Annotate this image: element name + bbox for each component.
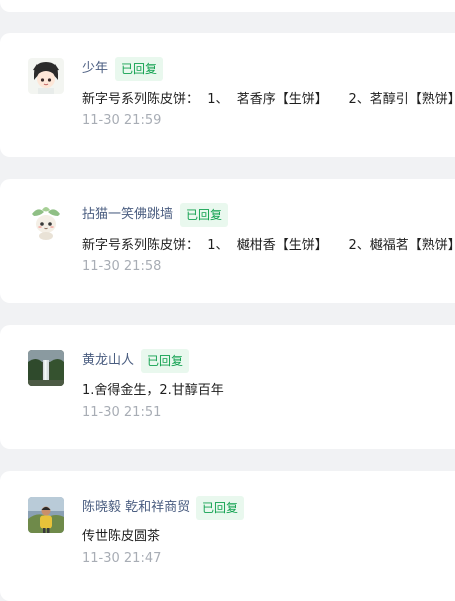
- previous-comment-card: [0, 0, 455, 12]
- username[interactable]: 陈晓毅 乾和祥商贸: [82, 498, 190, 518]
- comment-text: 新字号系列陈皮饼： 1、 樾柑香【生饼】 2、樾福茗【熟饼】: [82, 238, 455, 253]
- avatar[interactable]: [28, 204, 64, 240]
- comment-card: 陈晓毅 乾和祥商贸 已回复 传世陈皮圆茶 11-30 21:47: [0, 471, 455, 601]
- avatar[interactable]: [28, 350, 64, 386]
- comment-time: 11-30 21:58: [82, 259, 162, 274]
- cartoon-girl-avatar-icon: [33, 62, 59, 94]
- username[interactable]: 黄龙山人: [82, 351, 134, 371]
- comment-text: 新字号系列陈皮饼： 1、 茗香序【生饼】 2、茗醇引【熟饼】 陈: [82, 92, 455, 107]
- comment-time: 11-30 21:59: [82, 113, 162, 128]
- replied-badge: 已回复: [141, 349, 190, 373]
- replied-badge: 已回复: [196, 496, 245, 520]
- replied-badge: 已回复: [115, 57, 164, 81]
- comment-time: 11-30 21:51: [82, 405, 162, 420]
- comment-text: 1.舍得金生，2.甘醇百年: [82, 383, 224, 398]
- avatar[interactable]: [28, 497, 64, 533]
- comment-card: 少年 已回复 新字号系列陈皮饼： 1、 茗香序【生饼】 2、茗醇引【熟饼】 陈 …: [0, 33, 455, 157]
- comment-feed: 少年 已回复 新字号系列陈皮饼： 1、 茗香序【生饼】 2、茗醇引【熟饼】 陈 …: [0, 0, 455, 601]
- replied-badge: 已回复: [180, 203, 229, 227]
- username[interactable]: 少年: [82, 59, 108, 79]
- comment-time: 11-30 21:47: [82, 551, 162, 566]
- comment-card: 拈猫一笑佛跳墙 已回复 新字号系列陈皮饼： 1、 樾柑香【生饼】 2、樾福茗【熟…: [0, 179, 455, 303]
- cartoon-leaf-avatar-icon: [32, 207, 60, 240]
- avatar[interactable]: [28, 58, 64, 94]
- comment-text: 传世陈皮圆茶: [82, 529, 161, 544]
- username[interactable]: 拈猫一笑佛跳墙: [82, 205, 173, 225]
- person-photo-avatar-icon: [28, 497, 64, 533]
- waterfall-photo-avatar-icon: [28, 350, 64, 386]
- comment-card: 黄龙山人 已回复 1.舍得金生，2.甘醇百年 11-30 21:51: [0, 325, 455, 449]
